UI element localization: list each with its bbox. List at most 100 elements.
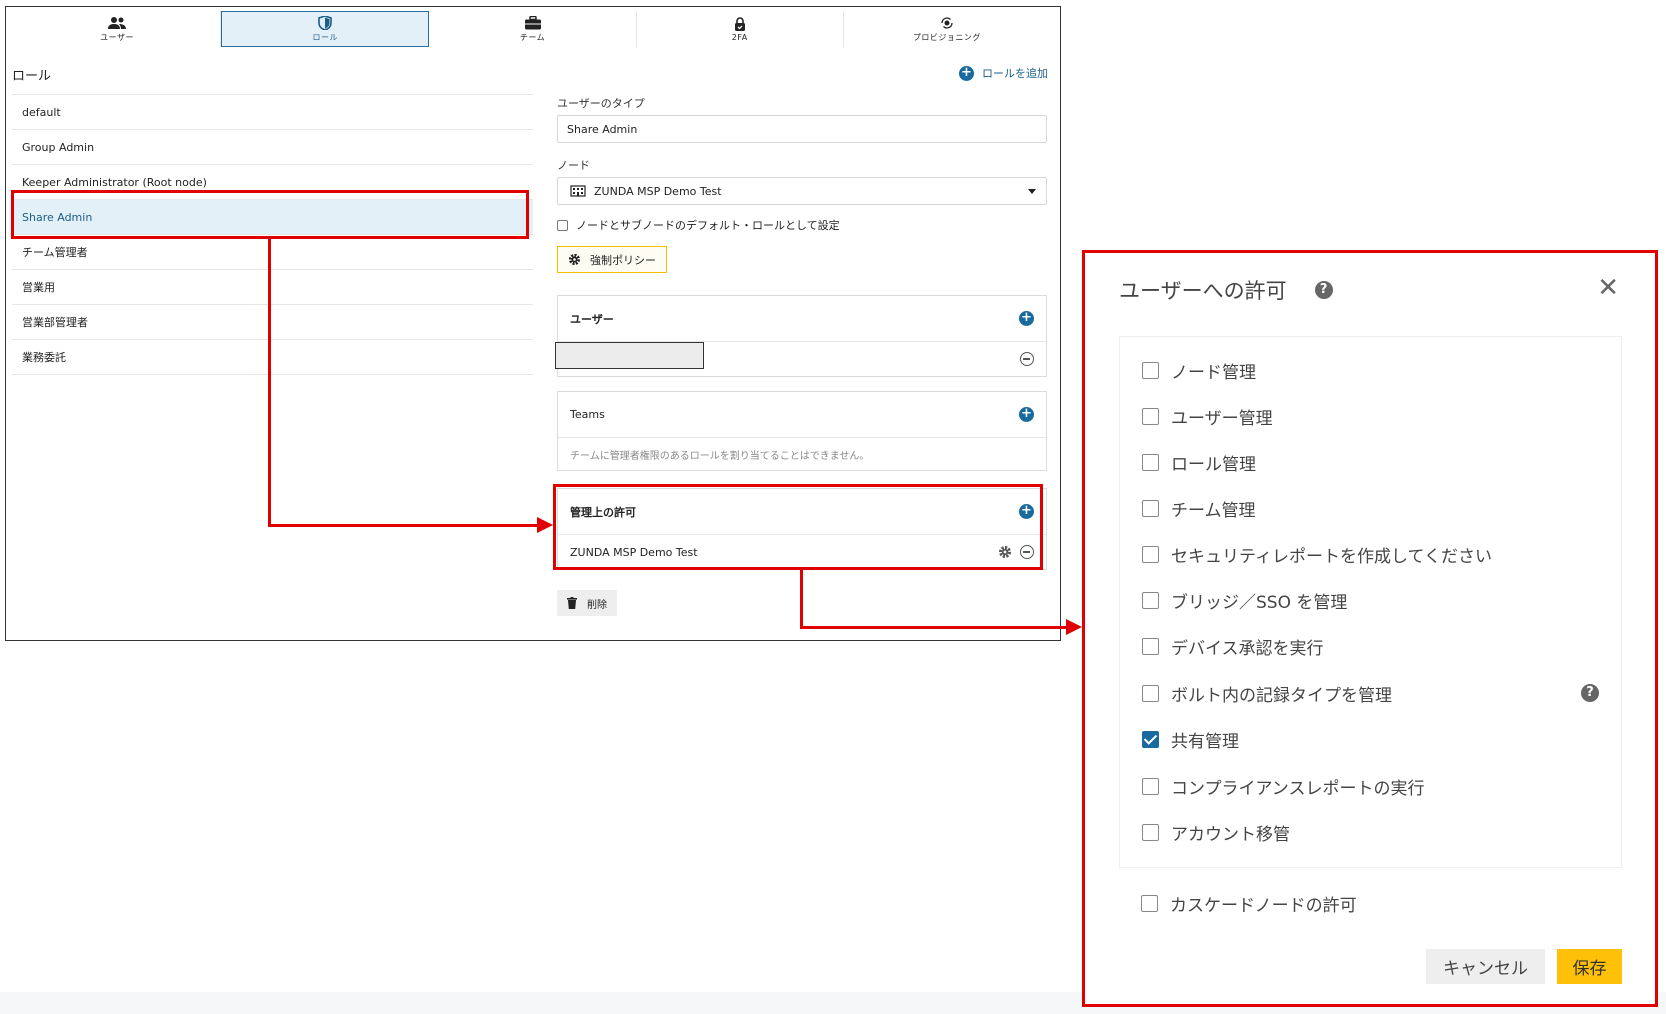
add-role-button[interactable]: + ロールを追加 (959, 65, 1048, 81)
permission-checkbox[interactable] (1142, 546, 1159, 563)
tab-bar: ユーザー ロール チーム 2FA プロビジョニング (14, 11, 1050, 47)
dialog-title-row: ユーザーへの許可 ? (1119, 275, 1333, 305)
delete-button-label: 削除 (587, 599, 607, 611)
close-icon[interactable]: ✕ (1597, 275, 1619, 301)
tab-2fa[interactable]: 2FA (637, 11, 844, 47)
add-team-icon[interactable]: + (1019, 407, 1034, 422)
permission-sharing-admin[interactable]: 共有管理 (1142, 727, 1239, 752)
permission-device-approval[interactable]: デバイス承認を実行 (1142, 634, 1324, 659)
teams-card-title: Teams (570, 408, 605, 421)
help-icon[interactable]: ? (1314, 281, 1333, 299)
add-icon: + (959, 65, 974, 81)
tab-users[interactable]: ユーザー (14, 11, 222, 47)
arrow-2-head (1066, 619, 1082, 635)
tab-roles[interactable]: ロール (221, 11, 430, 47)
highlight-admin-permissions (553, 484, 1043, 570)
permission-label: チーム管理 (1171, 501, 1256, 521)
chevron-down-icon (1028, 189, 1036, 194)
provisioning-icon (941, 16, 953, 29)
permission-label: コンプライアンスレポートの実行 (1171, 779, 1425, 799)
building-icon (570, 185, 586, 197)
permission-record-types[interactable]: ボルト内の記録タイプを管理 (1142, 681, 1392, 706)
add-user-icon[interactable]: + (1019, 311, 1034, 326)
teams-card-body: チームに管理者権限のあるロールを割り当てることはできません。 (558, 438, 1046, 470)
cascade-label: カスケードノードの許可 (1170, 896, 1357, 916)
delete-role-button[interactable]: 削除 (557, 590, 617, 616)
permission-label: 共有管理 (1171, 732, 1239, 752)
remove-user-icon[interactable] (1020, 352, 1034, 366)
user-type-input[interactable]: Share Admin (557, 115, 1047, 143)
role-item-team-admin[interactable]: チーム管理者 (12, 235, 533, 270)
permission-label: ノード管理 (1171, 363, 1256, 383)
dialog-title: ユーザーへの許可 (1119, 279, 1287, 303)
tab-label: ロール (312, 32, 339, 42)
permission-label: ブリッジ／SSO を管理 (1171, 593, 1348, 613)
cascade-checkbox[interactable] (1141, 895, 1158, 912)
role-item-sales-admin[interactable]: 営業部管理者 (12, 305, 533, 340)
teams-note: チームに管理者権限のあるロールを割り当てることはできません。 (570, 450, 870, 462)
briefcase-icon (524, 15, 541, 29)
tab-label: プロビジョニング (912, 32, 981, 42)
users-card: ユーザー + (555, 295, 1047, 377)
role-item-group-admin[interactable]: Group Admin (12, 130, 533, 165)
tab-provisioning[interactable]: プロビジョニング (844, 11, 1050, 47)
lock-icon (734, 16, 745, 31)
shield-icon (318, 15, 333, 30)
user-permissions-dialog: ユーザーへの許可 ? ✕ ノード管理 ユーザー管理 ロール管理 チーム管理 セキ… (1082, 250, 1658, 1007)
permission-compliance-report[interactable]: コンプライアンスレポートの実行 (1142, 774, 1424, 799)
node-select[interactable]: ZUNDA MSP Demo Test (557, 177, 1047, 205)
permission-checkbox[interactable] (1142, 731, 1159, 748)
highlight-share-admin (11, 190, 529, 239)
policy-button-label: 強制ポリシー (590, 253, 656, 267)
arrow-1-vertical (268, 239, 271, 527)
permission-team-management[interactable]: チーム管理 (1142, 496, 1256, 521)
permission-user-management[interactable]: ユーザー管理 (1142, 404, 1273, 429)
permission-label: セキュリティレポートを作成してください (1171, 547, 1492, 567)
permission-checkbox[interactable] (1142, 454, 1159, 471)
users-card-header: ユーザー + (558, 296, 1046, 342)
tab-teams[interactable]: チーム (429, 11, 637, 47)
redacted-user (555, 342, 704, 369)
cancel-button[interactable]: キャンセル (1426, 949, 1545, 984)
role-item-contractor[interactable]: 業務委託 (12, 340, 533, 375)
permission-checkbox[interactable] (1142, 638, 1159, 655)
users-icon (108, 16, 127, 29)
permission-checkbox[interactable] (1142, 778, 1159, 795)
default-role-option[interactable]: ノードとサブノードのデフォルト・ロールとして設定 (557, 217, 1047, 233)
permission-bridge-sso[interactable]: ブリッジ／SSO を管理 (1142, 588, 1347, 613)
permission-role-management[interactable]: ロール管理 (1142, 450, 1256, 475)
tab-label: 2FA (731, 32, 748, 42)
role-item-default[interactable]: default (12, 95, 533, 130)
permission-checkbox[interactable] (1142, 685, 1159, 702)
permission-label: アカウント移管 (1171, 825, 1290, 845)
default-role-checkbox[interactable] (557, 219, 568, 231)
roles-title: ロール (12, 69, 52, 84)
add-role-label: ロールを追加 (982, 67, 1048, 80)
teams-card: Teams + チームに管理者権限のあるロールを割り当てることはできません。 (557, 391, 1047, 471)
permission-checkbox[interactable] (1142, 500, 1159, 517)
permission-security-report[interactable]: セキュリティレポートを作成してください (1142, 542, 1492, 567)
node-label: ノード (557, 159, 590, 172)
permission-checkbox[interactable] (1142, 362, 1159, 379)
enforcement-policy-button[interactable]: 強制ポリシー (557, 246, 667, 273)
arrow-1-head (537, 517, 553, 533)
permission-label: ボルト内の記録タイプを管理 (1171, 686, 1392, 706)
default-role-label: ノードとサブノードのデフォルト・ロールとして設定 (576, 219, 840, 232)
role-item-sales[interactable]: 営業用 (12, 270, 533, 305)
user-type-label: ユーザーのタイプ (557, 97, 645, 110)
permission-checkbox[interactable] (1142, 824, 1159, 841)
users-card-body (555, 342, 1046, 376)
permissions-list: ノード管理 ユーザー管理 ロール管理 チーム管理 セキュリティレポートを作成して… (1119, 336, 1622, 868)
permission-account-transfer[interactable]: アカウント移管 (1142, 820, 1290, 845)
permission-checkbox[interactable] (1142, 592, 1159, 609)
save-button[interactable]: 保存 (1557, 949, 1622, 984)
gear-icon (568, 253, 581, 266)
node-select-value: ZUNDA MSP Demo Test (594, 184, 722, 198)
help-icon[interactable]: ? (1581, 684, 1599, 702)
permission-node-management[interactable]: ノード管理 (1142, 358, 1256, 383)
cascade-node-option[interactable]: カスケードノードの許可 (1141, 891, 1357, 916)
permission-label: ロール管理 (1171, 455, 1256, 475)
arrow-1-horizontal (268, 524, 540, 527)
permission-checkbox[interactable] (1142, 408, 1159, 425)
users-card-title: ユーザー (570, 312, 614, 326)
